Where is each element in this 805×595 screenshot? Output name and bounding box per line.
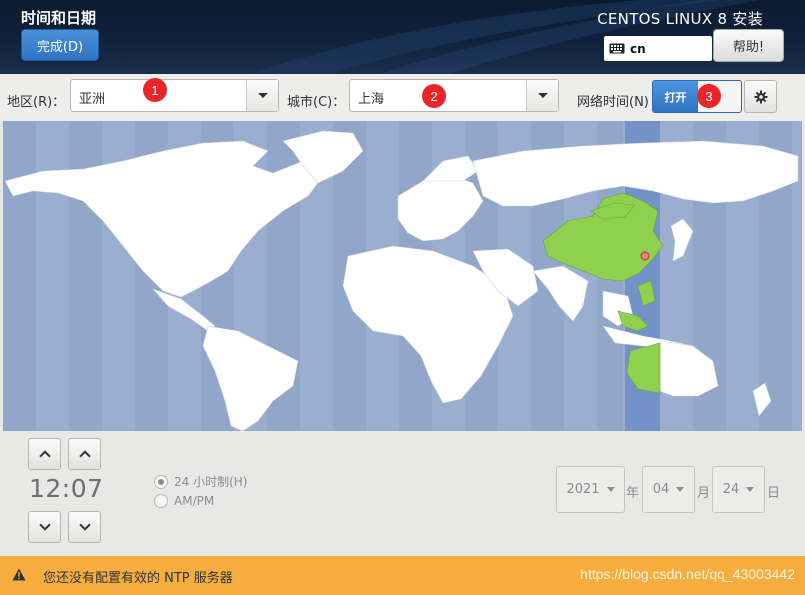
- keyboard-icon: [609, 43, 625, 54]
- city-combobox[interactable]: 上海: [349, 79, 559, 112]
- day-unit-label: 日: [767, 486, 781, 501]
- day-dropdown[interactable]: 24: [712, 466, 765, 513]
- ntp-warning-message: 您还没有配置有效的 NTP 服务器: [43, 571, 233, 586]
- city-label: 城市(C)：: [287, 95, 346, 110]
- world-map-graphic: [3, 121, 799, 431]
- format-24h-label: 24 小时制(H): [174, 475, 248, 489]
- current-time-display: 12:07: [29, 474, 104, 503]
- keyboard-layout-label: cn: [630, 41, 646, 56]
- year-value: 2021: [566, 482, 600, 497]
- timezone-toolbar: 地区(R)： 亚洲 1 城市(C)： 上海 2 网络时间(N) 打开 3: [0, 74, 805, 121]
- chevron-down-icon: [257, 93, 268, 98]
- chevron-down-icon: [38, 519, 51, 531]
- watermark-text: https://blog.csdn.net/qq_43003442: [580, 566, 795, 582]
- chevron-up-icon: [38, 450, 51, 462]
- header-bar: 时间和日期 完成(D) CENTOS LINUX 8 安装 cn 帮助!: [0, 0, 805, 74]
- format-24h-radio[interactable]: [154, 474, 168, 489]
- month-value: 04: [652, 482, 670, 497]
- region-label: 地区(R)：: [7, 95, 66, 110]
- chevron-down-icon: [537, 93, 548, 98]
- annotation-badge-3: 3: [697, 84, 721, 108]
- warning-bar: 您还没有配置有效的 NTP 服务器 https://blog.csdn.net/…: [0, 556, 805, 595]
- warning-icon: [12, 568, 26, 581]
- chevron-up-icon: [78, 450, 91, 462]
- hour-decrement-button[interactable]: [28, 511, 61, 543]
- chevron-down-icon: [746, 487, 755, 492]
- year-dropdown[interactable]: 2021: [556, 466, 625, 513]
- chevron-down-icon: [78, 519, 91, 531]
- region-dropdown-button[interactable]: [246, 80, 278, 111]
- year-unit-label: 年: [626, 486, 640, 501]
- minute-increment-button[interactable]: [68, 438, 101, 470]
- region-value: 亚洲: [79, 92, 106, 107]
- month-dropdown[interactable]: 04: [642, 466, 695, 513]
- chevron-down-icon: [676, 487, 685, 492]
- annotation-badge-2: 2: [422, 84, 446, 108]
- help-button[interactable]: 帮助!: [713, 29, 784, 62]
- format-ampm-radio[interactable]: [154, 494, 168, 508]
- minute-decrement-button[interactable]: [68, 511, 101, 543]
- city-dropdown-button[interactable]: [526, 80, 558, 111]
- ntp-settings-button[interactable]: [744, 80, 777, 113]
- day-value: 24: [722, 482, 740, 497]
- city-value: 上海: [358, 92, 385, 107]
- keyboard-layout-indicator[interactable]: cn: [604, 36, 712, 61]
- done-button[interactable]: 完成(D): [21, 29, 99, 61]
- page-title: 时间和日期: [21, 9, 97, 27]
- format-24h-option[interactable]: 24 小时制(H): [154, 473, 247, 490]
- month-unit-label: 月: [697, 486, 711, 501]
- format-ampm-label: AM/PM: [174, 494, 215, 508]
- hour-increment-button[interactable]: [28, 438, 61, 470]
- annotation-badge-1: 1: [143, 78, 167, 102]
- network-time-label: 网络时间(N): [577, 95, 649, 110]
- chevron-down-icon: [606, 487, 615, 492]
- product-title: CENTOS LINUX 8 安装: [597, 10, 763, 28]
- gear-icon: [754, 90, 767, 103]
- format-ampm-option[interactable]: AM/PM: [154, 494, 214, 508]
- network-time-switch-on-label: 打开: [653, 81, 698, 112]
- selected-city-marker: [640, 251, 650, 261]
- timezone-map[interactable]: [3, 121, 802, 431]
- region-combobox[interactable]: 亚洲: [70, 79, 279, 112]
